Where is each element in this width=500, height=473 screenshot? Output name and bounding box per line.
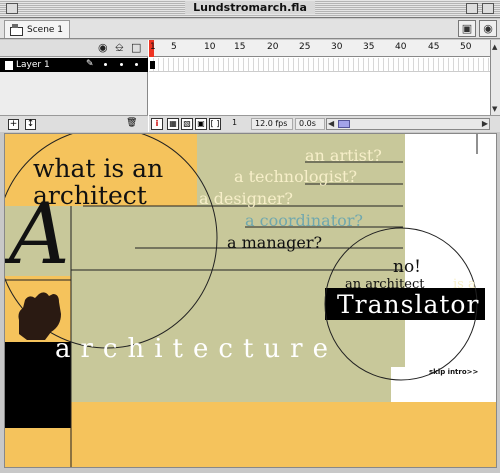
onion-outline-icon[interactable]: ▧ xyxy=(181,118,193,130)
frame-ruler[interactable]: 1 5 10 15 20 25 30 35 40 45 50 xyxy=(149,40,490,57)
frame-number: 40 xyxy=(395,42,407,52)
timeline-panel: ◉ ⎒ □ Layer 1 ✎ + ↕ 🗑 1 5 10 15 20 25 30 xyxy=(0,40,500,132)
onion-markers-icon[interactable]: [ ] xyxy=(209,118,221,130)
question-technologist: a technologist? xyxy=(234,167,358,186)
architecture-text: architecture xyxy=(55,334,338,364)
scene-bar: Scene 1 ▣ ◉ xyxy=(0,19,500,39)
fist-icon xyxy=(18,292,61,340)
edit-scene-icon: ▣ xyxy=(461,22,473,35)
question-designer: a designer? xyxy=(199,189,293,208)
frame-number: 15 xyxy=(234,42,246,52)
scroll-down-icon[interactable]: ▼ xyxy=(492,105,497,113)
zoom-box-icon[interactable] xyxy=(466,3,478,14)
add-layer-icon[interactable]: + xyxy=(8,119,19,130)
eye-icon[interactable]: ◉ xyxy=(98,42,108,54)
visibility-dot[interactable] xyxy=(104,63,107,66)
frame-number: 5 xyxy=(171,42,177,52)
outline-icon[interactable]: □ xyxy=(131,42,141,54)
center-frame-icon[interactable]: i xyxy=(151,118,163,130)
edit-multiple-frames-icon[interactable]: ▣ xyxy=(195,118,207,130)
timeline-vertical-scrollbar[interactable]: ▲ ▼ xyxy=(490,40,500,115)
layer-frames[interactable] xyxy=(149,58,490,72)
stage-canvas[interactable]: what is an architect A an artist? a tech… xyxy=(4,133,497,468)
layers-footer: + ↕ 🗑 xyxy=(0,115,148,132)
collapse-box-icon[interactable] xyxy=(482,3,494,14)
frame-number: 45 xyxy=(428,42,440,52)
frame-number: 35 xyxy=(363,42,375,52)
layer-page-icon xyxy=(5,60,13,70)
lock-dot[interactable] xyxy=(120,63,123,66)
frame-number: 25 xyxy=(299,42,311,52)
layers-pane: ◉ ⎒ □ Layer 1 ✎ + ↕ 🗑 xyxy=(0,40,148,132)
elapsed-time: 0.0s xyxy=(295,118,325,130)
add-guide-layer-icon[interactable]: ↕ xyxy=(25,119,36,130)
edit-symbols-icon: ◉ xyxy=(483,22,493,35)
frame-rate: 12.0 fps xyxy=(251,118,293,130)
scene-tab[interactable]: Scene 1 xyxy=(4,20,71,38)
scroll-thumb[interactable] xyxy=(338,120,350,128)
frame-number: 1 xyxy=(150,42,156,52)
skip-intro-link[interactable]: skip intro>> xyxy=(429,368,478,376)
layers-header: ◉ ⎒ □ xyxy=(0,40,148,57)
layer-row[interactable]: Layer 1 ✎ xyxy=(0,58,148,72)
question-coordinator: a coordinator? xyxy=(245,211,363,230)
scroll-right-icon[interactable]: ▶ xyxy=(482,119,488,128)
window-title: Lundstromarch.fla xyxy=(185,1,315,14)
edit-scene-button[interactable]: ▣ xyxy=(458,20,476,37)
timeline-horizontal-scrollbar[interactable]: ◀ ▶ xyxy=(326,118,490,130)
layer-name: Layer 1 xyxy=(16,60,50,70)
big-letter-a: A xyxy=(9,185,70,283)
close-box-icon[interactable] xyxy=(6,3,18,14)
outline-dot[interactable] xyxy=(135,63,138,66)
frame-number: 10 xyxy=(204,42,216,52)
question-manager: a manager? xyxy=(227,233,323,252)
answer-no: no! xyxy=(393,257,422,277)
current-frame: 1 xyxy=(232,118,238,127)
scene-label: Scene 1 xyxy=(27,24,64,35)
frame-number: 20 xyxy=(267,42,279,52)
scroll-left-icon[interactable]: ◀ xyxy=(328,119,334,128)
frame-number: 30 xyxy=(331,42,343,52)
trash-icon[interactable]: 🗑 xyxy=(126,119,137,130)
headline-line1: what is an xyxy=(33,154,164,183)
pencil-icon: ✎ xyxy=(86,59,94,69)
scroll-up-icon[interactable]: ▲ xyxy=(492,43,497,51)
lock-icon[interactable]: ⎒ xyxy=(115,42,124,54)
window-titlebar[interactable]: Lundstromarch.fla xyxy=(0,0,500,18)
keyframe[interactable] xyxy=(150,61,155,69)
question-artist: an artist? xyxy=(305,146,382,165)
clapper-icon xyxy=(9,24,23,36)
frames-pane: 1 5 10 15 20 25 30 35 40 45 50 ▲ ▼ i ▦ ▧… xyxy=(149,40,500,132)
translator-text: Translator xyxy=(337,290,480,319)
onion-skin-icon[interactable]: ▦ xyxy=(167,118,179,130)
edit-symbols-button[interactable]: ◉ xyxy=(479,20,497,37)
frame-number: 50 xyxy=(460,42,472,52)
timeline-footer: i ▦ ▧ ▣ [ ] 1 12.0 fps 0.0s ◀ ▶ xyxy=(149,115,500,132)
